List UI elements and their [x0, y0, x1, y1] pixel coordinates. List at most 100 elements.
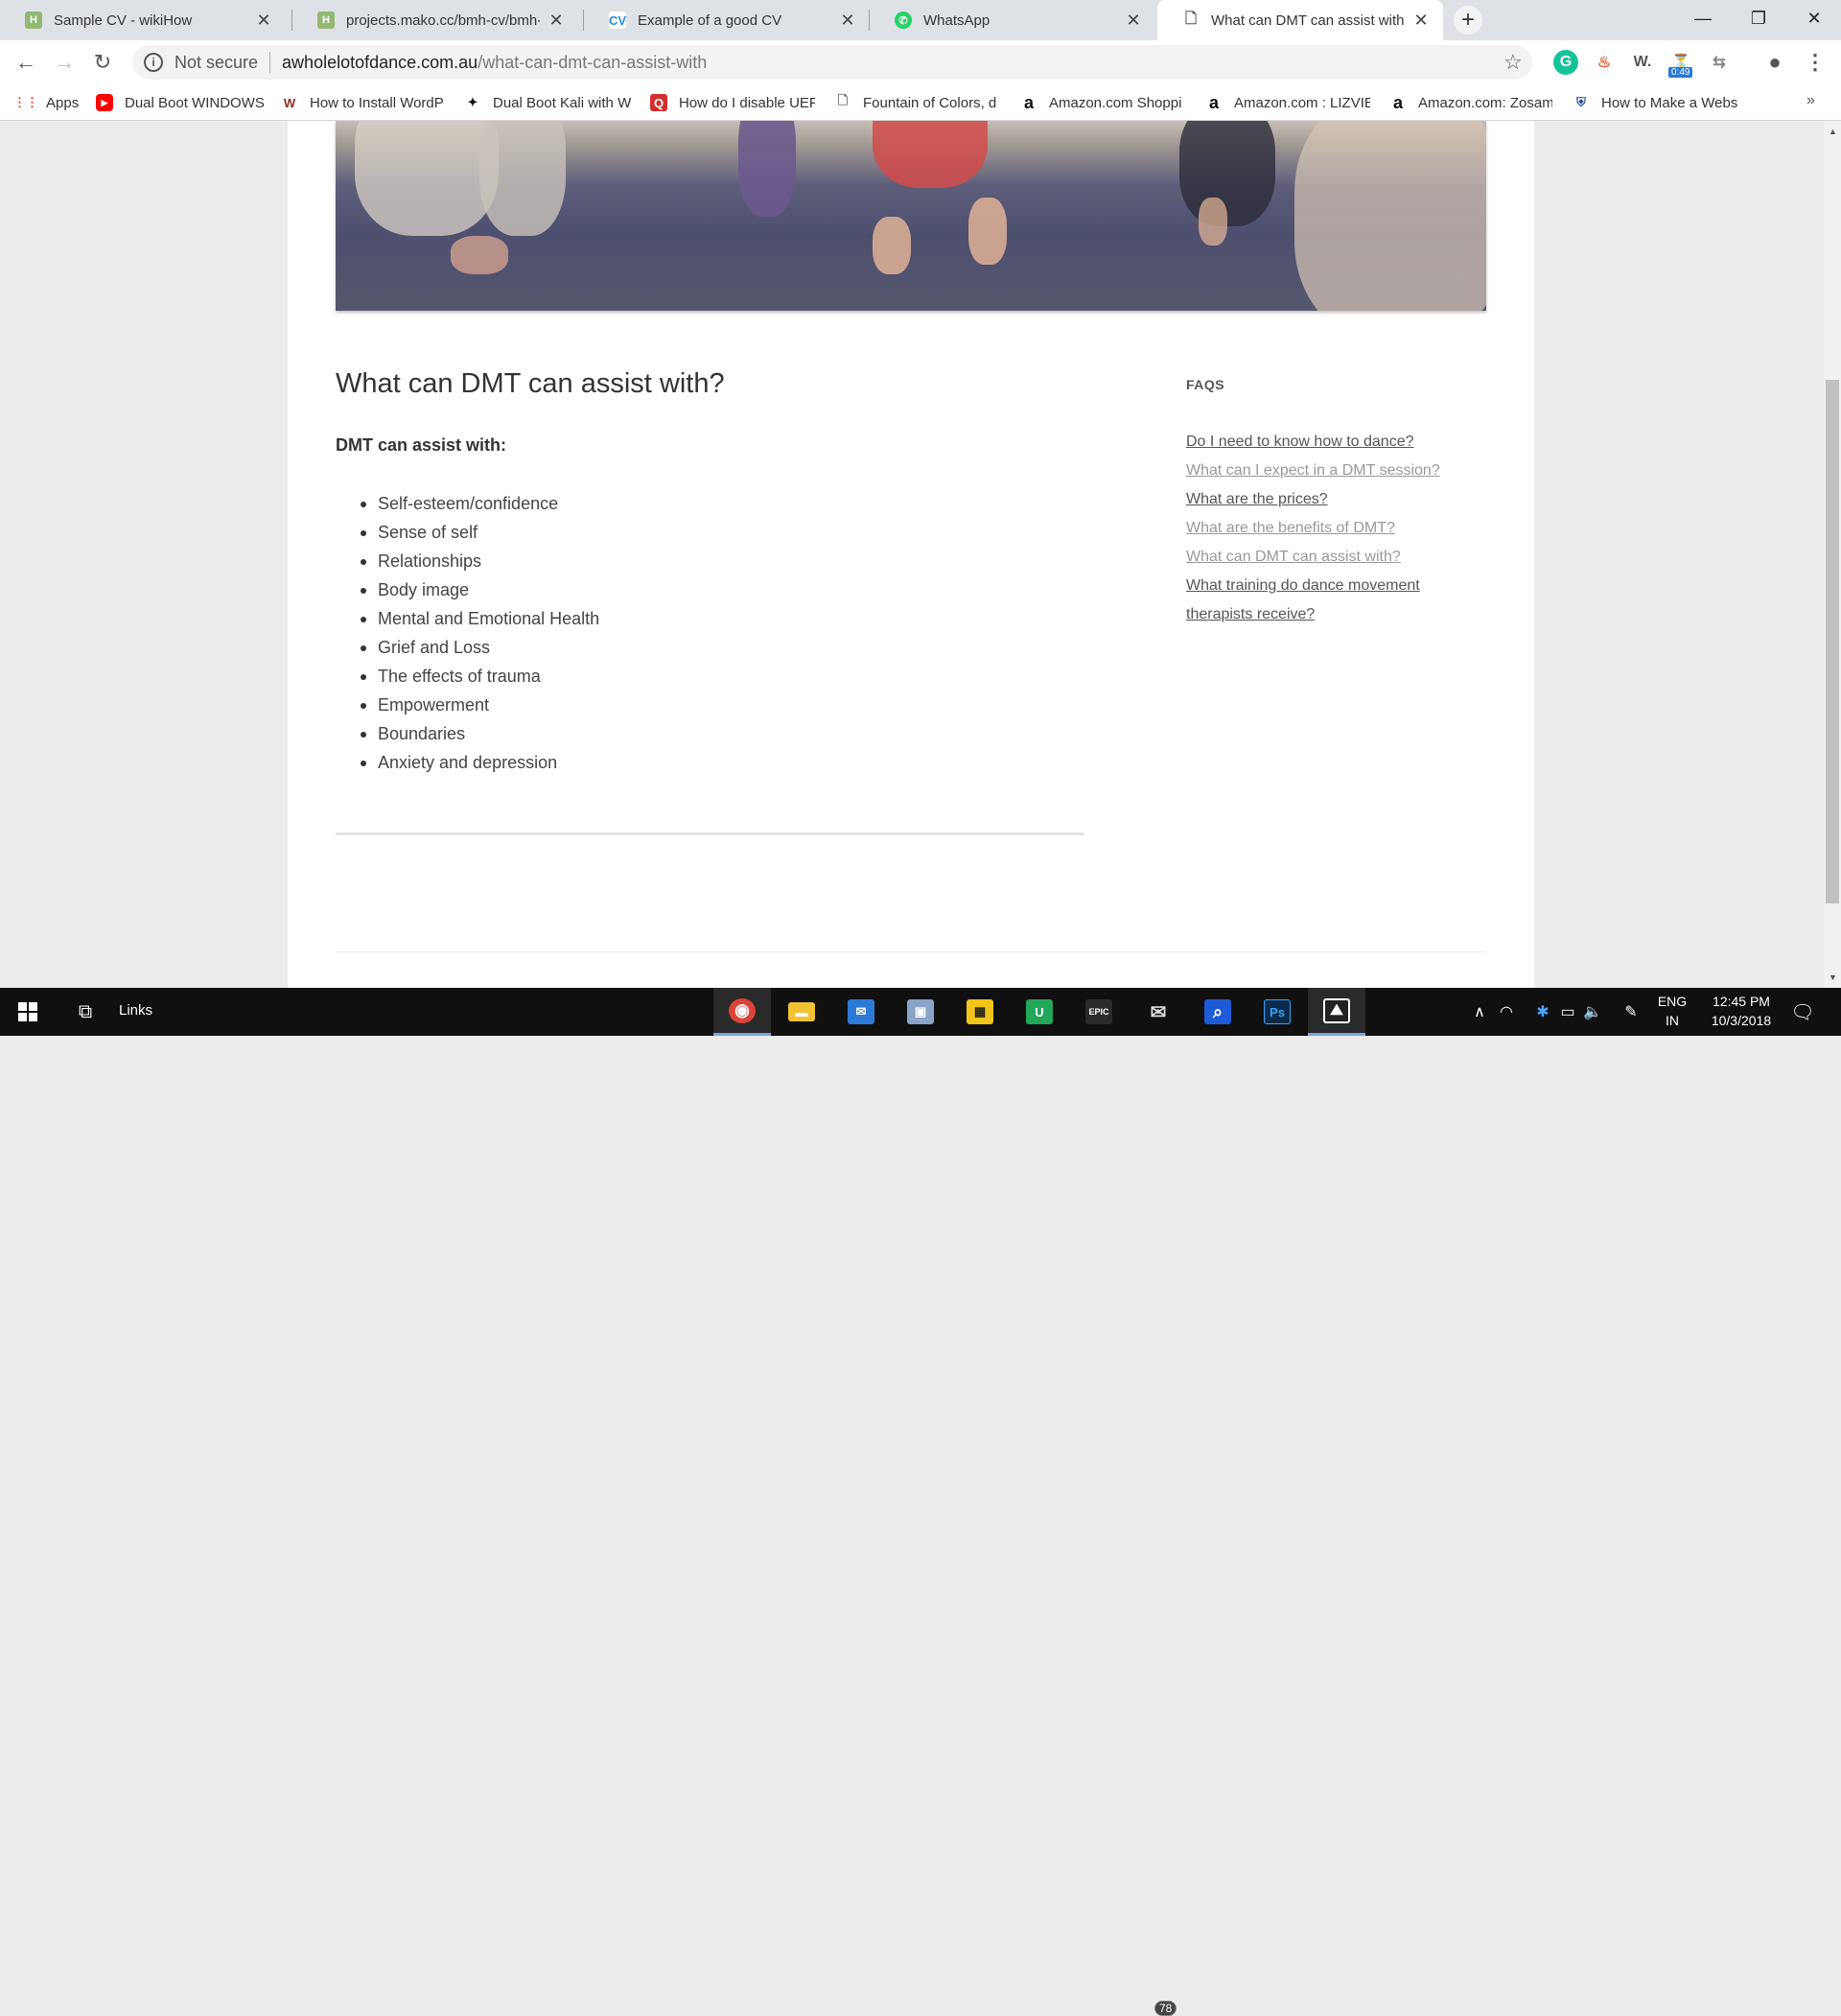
bookmark-label: Dual Boot Kali with W	[493, 94, 632, 111]
list-item: Relationships	[336, 547, 599, 575]
grammarly-icon[interactable]: G	[1553, 50, 1578, 75]
vertical-scrollbar[interactable]: ▲ ▼	[1824, 121, 1841, 988]
faq-link[interactable]: What training do dance movement therapis…	[1186, 577, 1420, 622]
account-icon[interactable]: ●	[1762, 50, 1787, 75]
tab-title: Example of a good CV	[638, 12, 782, 29]
bluetooth-icon[interactable]: ✱	[1530, 988, 1555, 1036]
bookmark-label: How to Install WordP	[310, 94, 444, 111]
scroll-up-icon[interactable]: ▲	[1829, 127, 1837, 136]
whatsapp-icon: ✆	[895, 12, 912, 29]
epic-games-icon[interactable]: EPIC	[1070, 988, 1128, 1036]
file-explorer-icon[interactable]: ▬	[773, 988, 830, 1036]
close-tab-icon[interactable]: ✕	[839, 11, 856, 30]
faq-link[interactable]: What are the benefits of DMT?	[1186, 520, 1395, 536]
bookmark-label: Fountain of Colors, d	[863, 94, 997, 111]
mail-icon[interactable]: ✉	[1130, 988, 1187, 1036]
chrome-icon[interactable]: ◉	[713, 988, 771, 1036]
close-window-button[interactable]: ✕	[1787, 0, 1841, 36]
list-item: Grief and Loss	[336, 633, 599, 662]
faq-link[interactable]: What are the prices?	[1186, 491, 1328, 507]
footer-divider	[336, 951, 1486, 952]
close-tab-icon[interactable]: ✕	[548, 11, 565, 30]
image-viewer-icon[interactable]: ⛰	[1308, 988, 1365, 1036]
list-item: Mental and Emotional Health	[336, 604, 599, 633]
clock[interactable]: 12:45 PM 10/3/2018	[1703, 992, 1780, 1030]
translate-extension-icon[interactable]: ⇆	[1707, 50, 1732, 75]
page-icon: 🗋	[837, 93, 849, 107]
scrollbar-thumb[interactable]	[1826, 380, 1839, 903]
bookmark-item[interactable]: ▶ Dual Boot WINDOWS	[96, 84, 265, 121]
bookmark-item[interactable]: a Amazon.com : LIZVIE	[1205, 84, 1370, 121]
back-arrow-icon[interactable]: ←	[12, 48, 40, 77]
article-intro: DMT can assist with:	[336, 435, 507, 455]
language-indicator[interactable]: ENG IN	[1653, 992, 1691, 1030]
close-tab-icon[interactable]: ✕	[1412, 11, 1430, 30]
bookmark-label: How to Make a Webs	[1601, 94, 1737, 111]
close-tab-icon[interactable]: ✕	[255, 11, 272, 30]
page-icon: 🗋	[1182, 11, 1200, 29]
tab-projects-mako[interactable]: H projects.mako.cc/bmh-cv/bmh-c ✕	[292, 0, 578, 40]
cv-icon: CV	[608, 12, 627, 29]
scroll-down-icon[interactable]: ▼	[1829, 973, 1837, 982]
bookmark-item[interactable]: W How to Install WordP	[281, 84, 446, 121]
volume-icon[interactable]: 🔈	[1580, 988, 1605, 1036]
faq-link[interactable]: What can DMT can assist with?	[1186, 549, 1401, 565]
task-view-icon[interactable]: ⧉	[58, 988, 113, 1036]
photos-icon[interactable]: ▣	[892, 988, 949, 1036]
battery-icon[interactable]: ▭	[1555, 988, 1580, 1036]
upwork-icon[interactable]: U	[1011, 988, 1068, 1036]
security-label: Not secure	[175, 52, 259, 72]
minimize-button[interactable]: —	[1676, 0, 1730, 36]
shield-icon: ⛨	[1576, 95, 1586, 109]
restore-button[interactable]: ❐	[1732, 0, 1785, 36]
bookmark-label: Amazon.com : LIZVIE	[1234, 94, 1370, 111]
new-tab-button[interactable]: +	[1454, 6, 1482, 35]
bookmark-item[interactable]: Q How do I disable UEF	[650, 84, 815, 121]
wikihow-icon: W	[283, 95, 296, 110]
bookmark-item[interactable]: a Amazon.com Shoppi	[1020, 84, 1187, 121]
close-tab-icon[interactable]: ✕	[1125, 11, 1142, 30]
tab-title: What can DMT can assist with? |	[1211, 12, 1405, 29]
faq-link[interactable]: What can I expect in a DMT session?	[1186, 462, 1440, 479]
bookmark-item[interactable]: ✦ Dual Boot Kali with W	[464, 84, 633, 121]
list-item: Boundaries	[336, 719, 599, 748]
bookmark-item[interactable]: a Amazon.com: Zosam	[1389, 84, 1552, 121]
amazon-icon: a	[1023, 92, 1034, 112]
forward-arrow-icon[interactable]: →	[50, 48, 79, 77]
pen-workspace-icon[interactable]: ✎	[1619, 988, 1643, 1036]
photoshop-icon[interactable]: Ps	[1248, 988, 1306, 1036]
tab-title: Sample CV - wikiHow	[54, 12, 193, 29]
browser-toolbar: ← → ↻ i Not secure awholelotofdance.com.…	[0, 40, 1841, 84]
norton-icon[interactable]: ▦	[951, 988, 1009, 1036]
hero-image	[336, 121, 1486, 311]
wordtune-icon[interactable]: W.	[1630, 50, 1655, 75]
address-bar[interactable]: i Not secure awholelotofdance.com.au/wha…	[132, 45, 1532, 80]
search-app-icon[interactable]: ⌕	[1189, 988, 1247, 1036]
start-button[interactable]	[0, 988, 56, 1036]
bookmark-item[interactable]: ⛨ How to Make a Webs	[1573, 84, 1737, 121]
bookmarks-overflow-button[interactable]: »	[1806, 92, 1815, 109]
fire-extension-icon[interactable]: ♨	[1592, 50, 1617, 75]
url-host: awholelotofdance.com.au	[282, 52, 478, 72]
faq-link[interactable]: Do I need to know how to dance?	[1186, 434, 1414, 450]
menu-icon[interactable]: ⋮	[1803, 50, 1828, 75]
reload-icon[interactable]: ↻	[88, 48, 117, 77]
links-toolbar-label[interactable]: Links	[119, 1002, 152, 1019]
tray-chevron-icon[interactable]: ∧	[1467, 988, 1492, 1036]
bookmark-star-icon[interactable]: ☆	[1503, 50, 1523, 75]
notifications-icon[interactable]: 🗨	[1783, 988, 1822, 1036]
windows-icon	[18, 1002, 37, 1021]
info-icon[interactable]: i	[144, 53, 163, 72]
answers-icon: Q	[650, 94, 667, 111]
tab-example-cv[interactable]: CV Example of a good CV ✕	[584, 0, 870, 40]
youtube-icon: ▶	[96, 94, 113, 111]
article-title: What can DMT can assist with?	[336, 368, 725, 399]
tab-dmt-active[interactable]: 🗋 What can DMT can assist with? | ✕	[1157, 0, 1443, 40]
bookmark-item[interactable]: 🗋 Fountain of Colors, d	[834, 84, 1001, 121]
mail-count-badge: 78	[1154, 2001, 1177, 2016]
tab-whatsapp[interactable]: ✆ WhatsApp ✕	[870, 0, 1155, 40]
wifi-icon[interactable]: ◠	[1494, 988, 1519, 1036]
bookmark-apps[interactable]: ⋮⋮ Apps	[17, 84, 94, 121]
tab-sample-cv[interactable]: H Sample CV - wikiHow ✕	[0, 0, 286, 40]
outlook-icon[interactable]: ✉	[832, 988, 890, 1036]
